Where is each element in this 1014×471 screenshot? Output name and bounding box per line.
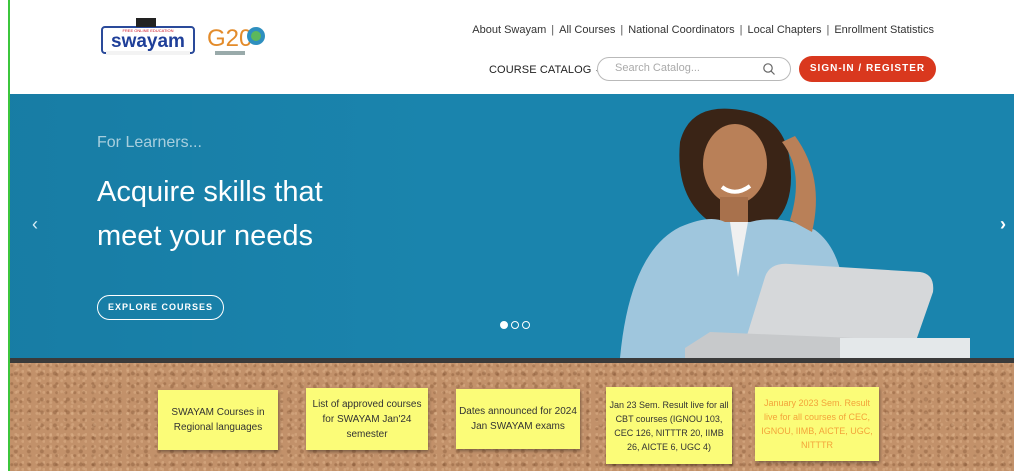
notice-approved-courses[interactable]: List of approved courses for SWAYAM Jan'… [306,388,428,450]
learner-with-laptop-image [620,108,970,358]
carousel-dot-3[interactable] [522,321,530,329]
nav-link-local-chapters[interactable]: Local Chapters [747,24,821,36]
nav-link-national-coordinators[interactable]: National Coordinators [628,24,734,36]
notice-board: SWAYAM Courses in Regional languages Lis… [10,363,1014,471]
left-edge-rule [8,0,10,471]
g20-text: G20 [207,25,252,52]
logo-tagline: FREE ONLINE EDUCATION [122,28,173,33]
notice-jan23-results[interactable]: Jan 23 Sem. Result live for all CBT cour… [606,387,732,464]
hero-eyebrow: For Learners... [97,134,202,151]
carousel-next-icon[interactable]: › [1000,214,1006,235]
g20-logo: G20 [207,25,265,55]
nav-link-enrollment-statistics[interactable]: Enrollment Statistics [834,24,934,36]
swayam-logo[interactable]: swayam FREE ONLINE EDUCATION [100,18,196,58]
hero-headline-line1: Acquire skills that [97,176,323,208]
search-icon[interactable] [762,62,776,76]
nav-separator: | [551,24,555,36]
carousel-indicators [500,321,530,329]
nav-link-about[interactable]: About Swayam [472,24,546,36]
nav-separator: | [739,24,743,36]
site-header: swayam FREE ONLINE EDUCATION G20 About S… [10,0,1014,94]
search-box [597,57,791,81]
signin-register-button[interactable]: SIGN-IN / REGISTER [799,56,936,82]
course-catalog-dropdown[interactable]: COURSE CATALOG ⌵ [489,64,602,76]
notice-jan2023-results[interactable]: January 2023 Sem. Result live for all co… [755,387,879,461]
carousel-dot-1[interactable] [500,321,508,329]
carousel-prev-icon[interactable]: ‹ [32,214,38,235]
top-nav-links: About Swayam | All Courses | National Coordi… [472,24,934,36]
search-input[interactable] [615,62,755,74]
notice-exam-dates[interactable]: Dates announced for 2024 Jan SWAYAM exam… [456,389,580,449]
carousel-dot-2[interactable] [511,321,519,329]
hero-headline-line2: meet your needs [97,220,314,252]
hero-carousel: For Learners... Acquire skills that meet… [10,94,1014,358]
nav-separator: | [826,24,830,36]
nav-link-all-courses[interactable]: All Courses [559,24,615,36]
course-catalog-label: COURSE CATALOG [489,64,592,76]
logo-text: swayam [111,31,185,52]
nav-separator: | [620,24,624,36]
notice-regional-languages[interactable]: SWAYAM Courses in Regional languages [158,390,278,450]
explore-courses-button[interactable]: EXPLORE COURSES [97,295,224,320]
